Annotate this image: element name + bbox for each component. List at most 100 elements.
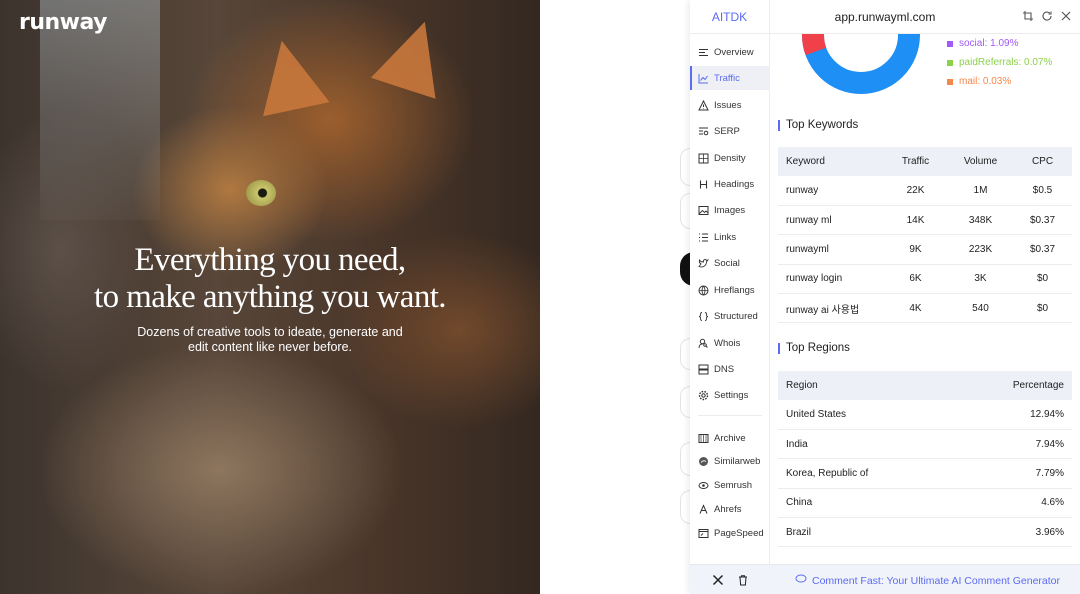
braces-icon bbox=[698, 311, 709, 322]
traffic-cell: 9K bbox=[883, 234, 948, 265]
cat-eye bbox=[246, 180, 276, 206]
legend-label: social: 1.09% bbox=[959, 38, 1019, 49]
keyword-cell[interactable]: runwayml bbox=[778, 234, 883, 265]
keyword-cell[interactable]: runway bbox=[778, 176, 883, 206]
aitdk-panel: AITDK app.runwayml.com Overview Traffic … bbox=[690, 0, 1080, 594]
brand-label[interactable]: AITDK bbox=[690, 0, 770, 34]
nav-hreflangs[interactable]: Hreflangs bbox=[690, 278, 770, 302]
section-title-text: Top Keywords bbox=[786, 119, 859, 131]
nav-label: Images bbox=[714, 204, 746, 216]
table-header-row: Region Percentage bbox=[778, 371, 1072, 400]
table-row: runwayml 9K 223K $0.37 bbox=[778, 234, 1072, 265]
nav-label: Settings bbox=[714, 389, 749, 401]
nav-label: PageSpeed bbox=[714, 527, 764, 539]
panel-sidebar: Overview Traffic Issues SERP Density Hea… bbox=[690, 34, 770, 564]
warning-icon bbox=[698, 99, 709, 111]
nav-semrush[interactable]: Semrush bbox=[690, 473, 770, 497]
hero-subtitle-line1: Dozens of creative tools to ideate, gene… bbox=[137, 325, 403, 339]
nav-settings[interactable]: Settings bbox=[690, 383, 770, 407]
runway-logo[interactable]: runway bbox=[19, 10, 108, 35]
nav-archive[interactable]: Archive bbox=[690, 426, 770, 450]
legend-label: mail: 0.03% bbox=[959, 76, 1012, 87]
top-regions-table: Region Percentage United States 12.94% I… bbox=[778, 371, 1072, 548]
percentage-cell: 7.79% bbox=[952, 458, 1072, 489]
chart-line-icon bbox=[698, 73, 709, 84]
percentage-cell: 4.6% bbox=[952, 488, 1072, 519]
table-row: runway 22K 1M $0.5 bbox=[778, 176, 1072, 206]
nav-headings[interactable]: Headings bbox=[690, 172, 770, 196]
donut-segment-main bbox=[802, 34, 920, 94]
legend-swatch bbox=[947, 59, 953, 66]
gear-icon bbox=[698, 390, 709, 401]
panel-footer: Comment Fast: Your Ultimate AI Comment G… bbox=[690, 564, 1080, 594]
nav-label: Traffic bbox=[714, 72, 740, 84]
list-icon bbox=[698, 47, 709, 58]
nav-label: Whois bbox=[714, 337, 741, 349]
user-search-icon bbox=[698, 338, 709, 349]
keyword-cell[interactable]: runway ml bbox=[778, 205, 883, 236]
nav-density[interactable]: Density bbox=[690, 146, 770, 170]
panel-header: AITDK app.runwayml.com bbox=[690, 0, 1080, 34]
legend-swatch bbox=[947, 40, 953, 47]
legend-social: social: 1.09% bbox=[947, 38, 1018, 49]
nav-social[interactable]: Social bbox=[690, 251, 770, 275]
refresh-icon[interactable] bbox=[1041, 9, 1053, 23]
nav-label: Social bbox=[714, 257, 740, 269]
col-cpc[interactable]: CPC bbox=[1013, 147, 1072, 176]
close-icon[interactable] bbox=[1060, 9, 1072, 23]
hero-headline-line2: to make anything you want. bbox=[94, 279, 447, 315]
promo-link[interactable]: Comment Fast: Your Ultimate AI Comment G… bbox=[795, 574, 1060, 587]
table-row: runway ai 사용법 4K 540 $0 bbox=[778, 293, 1072, 324]
table-row: Brazil 3.96% bbox=[778, 517, 1072, 548]
keyword-cell[interactable]: runway ai 사용법 bbox=[778, 293, 883, 324]
links-icon bbox=[698, 232, 709, 243]
archive-icon bbox=[698, 433, 709, 444]
top-keywords-table: Keyword Traffic Volume CPC runway 22K 1M… bbox=[778, 147, 1072, 324]
nav-whois[interactable]: Whois bbox=[690, 331, 770, 355]
nav-links[interactable]: Links bbox=[690, 225, 770, 249]
trash-icon[interactable] bbox=[737, 573, 749, 587]
table-row: India 7.94% bbox=[778, 429, 1072, 460]
nav-issues[interactable]: Issues bbox=[690, 93, 770, 117]
nav-structured[interactable]: Structured bbox=[690, 304, 770, 328]
cat-ear-left bbox=[248, 33, 330, 117]
traffic-cell: 14K bbox=[883, 205, 948, 236]
nav-traffic[interactable]: Traffic bbox=[690, 66, 770, 90]
table-row: Korea, Republic of 7.79% bbox=[778, 458, 1072, 489]
col-volume[interactable]: Volume bbox=[948, 147, 1013, 176]
percentage-cell: 3.96% bbox=[952, 517, 1072, 548]
crop-icon[interactable] bbox=[1022, 9, 1034, 23]
panel-content: social: 1.09% paidReferrals: 0.07% mail:… bbox=[770, 34, 1080, 564]
nav-label: Headings bbox=[714, 178, 755, 190]
x-twitter-icon[interactable] bbox=[712, 573, 724, 587]
col-region[interactable]: Region bbox=[778, 371, 953, 400]
traffic-cell: 22K bbox=[883, 176, 948, 206]
nav-overview[interactable]: Overview bbox=[690, 40, 770, 64]
region-cell: Korea, Republic of bbox=[778, 458, 953, 489]
ahrefs-icon bbox=[698, 503, 709, 515]
hero-headline-line1: Everything you need, bbox=[134, 242, 406, 278]
col-percentage[interactable]: Percentage bbox=[952, 371, 1072, 400]
top-keywords-title: Top Keywords bbox=[778, 119, 858, 131]
nav-pagespeed[interactable]: PageSpeed bbox=[690, 521, 770, 545]
nav-dns[interactable]: DNS bbox=[690, 357, 770, 381]
nav-label: Density bbox=[714, 152, 746, 164]
similarweb-icon bbox=[698, 456, 709, 467]
chat-bubble-icon bbox=[795, 574, 807, 587]
nav-similarweb[interactable]: Similarweb bbox=[690, 449, 770, 473]
nav-label: Ahrefs bbox=[714, 503, 742, 515]
nav-label: SERP bbox=[714, 125, 740, 137]
nav-serp[interactable]: SERP bbox=[690, 119, 770, 143]
nav-images[interactable]: Images bbox=[690, 198, 770, 222]
legend-mail: mail: 0.03% bbox=[947, 76, 1011, 87]
nav-label: Archive bbox=[714, 432, 746, 444]
cpc-cell: $0 bbox=[1013, 293, 1072, 324]
page-background bbox=[540, 0, 694, 594]
keyword-cell[interactable]: runway login bbox=[778, 264, 883, 295]
volume-cell: 3K bbox=[948, 264, 1013, 295]
col-keyword[interactable]: Keyword bbox=[778, 147, 883, 176]
col-traffic[interactable]: Traffic bbox=[883, 147, 948, 176]
volume-cell: 223K bbox=[948, 234, 1013, 265]
nav-ahrefs[interactable]: Ahrefs bbox=[690, 497, 770, 521]
legend-paid-referrals: paidReferrals: 0.07% bbox=[947, 57, 1052, 68]
